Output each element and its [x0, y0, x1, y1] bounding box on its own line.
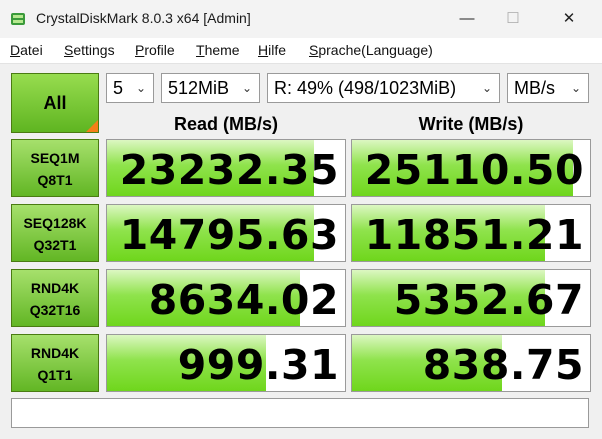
- menu-file[interactable]: Datei: [10, 42, 43, 58]
- write-result: 5352.67: [351, 269, 591, 327]
- close-button[interactable]: ✕: [546, 4, 592, 34]
- window-title: CrystalDiskMark 8.0.3 x64 [Admin]: [36, 10, 251, 26]
- write-header: Write (MB/s): [418, 114, 524, 134]
- test-button-rnd4k-q32t16[interactable]: RND4K Q32T16: [11, 269, 99, 327]
- write-result: 25110.50: [351, 139, 591, 197]
- drive-select[interactable]: R: 49% (498/1023MiB) ⌄: [267, 73, 500, 103]
- chevron-down-icon: ⌄: [135, 81, 146, 95]
- read-result: 23232.35: [106, 139, 346, 197]
- menu-bar: Datei Settings Profile Theme Hilfe Sprac…: [0, 38, 602, 64]
- menu-settings[interactable]: Settings: [64, 42, 115, 58]
- minimize-button[interactable]: —: [444, 4, 490, 34]
- unit-select[interactable]: MB/s ⌄: [507, 73, 589, 103]
- test-button-seq1m-q8t1[interactable]: SEQ1M Q8T1: [11, 139, 99, 197]
- app-icon: [11, 13, 25, 25]
- all-button-label: All: [43, 92, 67, 113]
- menu-help[interactable]: Hilfe: [258, 42, 286, 58]
- corner-marker: [86, 120, 98, 132]
- comment-field[interactable]: [11, 398, 589, 428]
- test-button-rnd4k-q1t1[interactable]: RND4K Q1T1: [11, 334, 99, 392]
- chevron-down-icon: ⌄: [481, 81, 492, 95]
- read-result: 14795.63: [106, 204, 346, 262]
- all-button[interactable]: All: [11, 73, 99, 133]
- test-button-seq128k-q32t1[interactable]: SEQ128K Q32T1: [11, 204, 99, 262]
- maximize-button[interactable]: ☐: [490, 4, 536, 34]
- menu-theme[interactable]: Theme: [196, 42, 240, 58]
- chevron-down-icon: ⌄: [241, 81, 252, 95]
- read-result: 999.31: [106, 334, 346, 392]
- chevron-down-icon: ⌄: [570, 81, 581, 95]
- read-result: 8634.02: [106, 269, 346, 327]
- write-result: 838.75: [351, 334, 591, 392]
- test-size-select[interactable]: 512MiB ⌄: [161, 73, 260, 103]
- menu-language[interactable]: Sprache(Language): [309, 42, 433, 58]
- title-bar: CrystalDiskMark 8.0.3 x64 [Admin] — ☐ ✕: [0, 0, 602, 38]
- test-count-select[interactable]: 5 ⌄: [106, 73, 154, 103]
- read-header: Read (MB/s): [173, 114, 278, 134]
- write-result: 11851.21: [351, 204, 591, 262]
- menu-profile[interactable]: Profile: [135, 42, 175, 58]
